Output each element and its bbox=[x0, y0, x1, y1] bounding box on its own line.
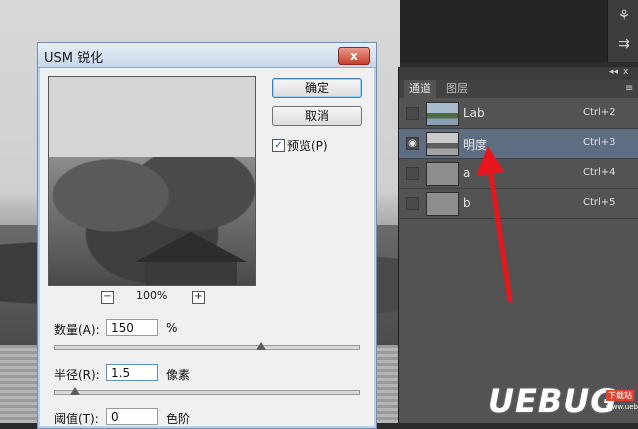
amount-slider[interactable] bbox=[54, 345, 360, 350]
watermark-domain: www.uebug.com bbox=[606, 403, 638, 411]
amount-slider-thumb[interactable] bbox=[255, 342, 266, 350]
threshold-input[interactable]: 0 bbox=[106, 408, 158, 425]
channel-thumbnail bbox=[426, 102, 459, 126]
threshold-label: 阈值(T): bbox=[54, 412, 99, 426]
cancel-button[interactable]: 取消 bbox=[272, 106, 362, 126]
dialog-titlebar[interactable]: USM 锐化 x bbox=[38, 43, 376, 68]
brush-preset-icon[interactable]: ⚘ bbox=[614, 6, 634, 26]
amount-label: 数量(A): bbox=[54, 323, 100, 337]
workspace-background bbox=[400, 0, 638, 62]
dialog-title: USM 锐化 bbox=[44, 51, 104, 66]
close-panel-icon[interactable]: x bbox=[623, 67, 628, 77]
preview-building bbox=[145, 262, 237, 285]
amount-unit: % bbox=[166, 321, 178, 335]
usm-sharpen-dialog: USM 锐化 x − 100% + 确定 取消 ✓ 预览(P) 数量(A): 1… bbox=[37, 42, 377, 429]
zoom-level: 100% bbox=[136, 289, 168, 302]
preview-image[interactable] bbox=[48, 76, 256, 286]
threshold-unit: 色阶 bbox=[166, 412, 191, 426]
channel-shortcut: Ctrl+5 bbox=[583, 197, 616, 208]
close-button[interactable]: x bbox=[338, 47, 370, 65]
channel-name: Lab bbox=[463, 106, 485, 120]
tab-layers[interactable]: 图层 bbox=[441, 80, 473, 98]
channel-shortcut: Ctrl+4 bbox=[583, 167, 616, 178]
adjust-icon[interactable]: ⇉ bbox=[614, 34, 634, 54]
radius-input[interactable]: 1.5 bbox=[106, 364, 158, 381]
zoom-in-button[interactable]: + bbox=[192, 291, 205, 304]
channel-thumbnail bbox=[426, 162, 459, 186]
arrow-head bbox=[476, 146, 504, 176]
watermark-badge: 下载站 bbox=[606, 390, 634, 401]
collapse-panel-icon[interactable]: ◂◂ bbox=[609, 67, 618, 77]
arrow-shaft bbox=[487, 165, 513, 303]
preview-checkbox-label: 预览(P) bbox=[287, 139, 328, 153]
ok-button[interactable]: 确定 bbox=[272, 78, 362, 98]
radius-unit: 像素 bbox=[166, 368, 191, 382]
eye-icon[interactable]: ◉ bbox=[406, 137, 419, 150]
panel-topbar: ◂◂ x bbox=[399, 67, 638, 80]
visibility-toggle[interactable] bbox=[406, 107, 419, 120]
preview-roof bbox=[135, 232, 247, 262]
zoom-out-button[interactable]: − bbox=[101, 291, 114, 304]
channel-thumbnail bbox=[426, 132, 459, 156]
red-arrow-annotation bbox=[476, 146, 513, 303]
radius-slider[interactable] bbox=[54, 390, 360, 395]
tool-strip: ⚘ ⇉ bbox=[607, 0, 638, 62]
amount-input[interactable]: 150 bbox=[106, 319, 158, 336]
visibility-toggle[interactable] bbox=[406, 197, 419, 210]
radius-slider-thumb[interactable] bbox=[70, 387, 81, 395]
visibility-toggle[interactable] bbox=[406, 167, 419, 180]
channel-row-lab[interactable]: Lab Ctrl+2 bbox=[399, 99, 638, 129]
radius-label: 半径(R): bbox=[54, 368, 100, 382]
preview-checkbox[interactable]: ✓ bbox=[272, 139, 285, 152]
panel-tabs: 通道 图层 ≡ bbox=[399, 80, 638, 98]
channel-shortcut: Ctrl+3 bbox=[583, 137, 616, 148]
channel-thumbnail bbox=[426, 192, 459, 216]
tab-channels[interactable]: 通道 bbox=[404, 80, 436, 98]
panel-menu-icon[interactable]: ≡ bbox=[625, 83, 633, 94]
channel-shortcut: Ctrl+2 bbox=[583, 107, 616, 118]
watermark-logo: UEBUG bbox=[488, 382, 618, 420]
